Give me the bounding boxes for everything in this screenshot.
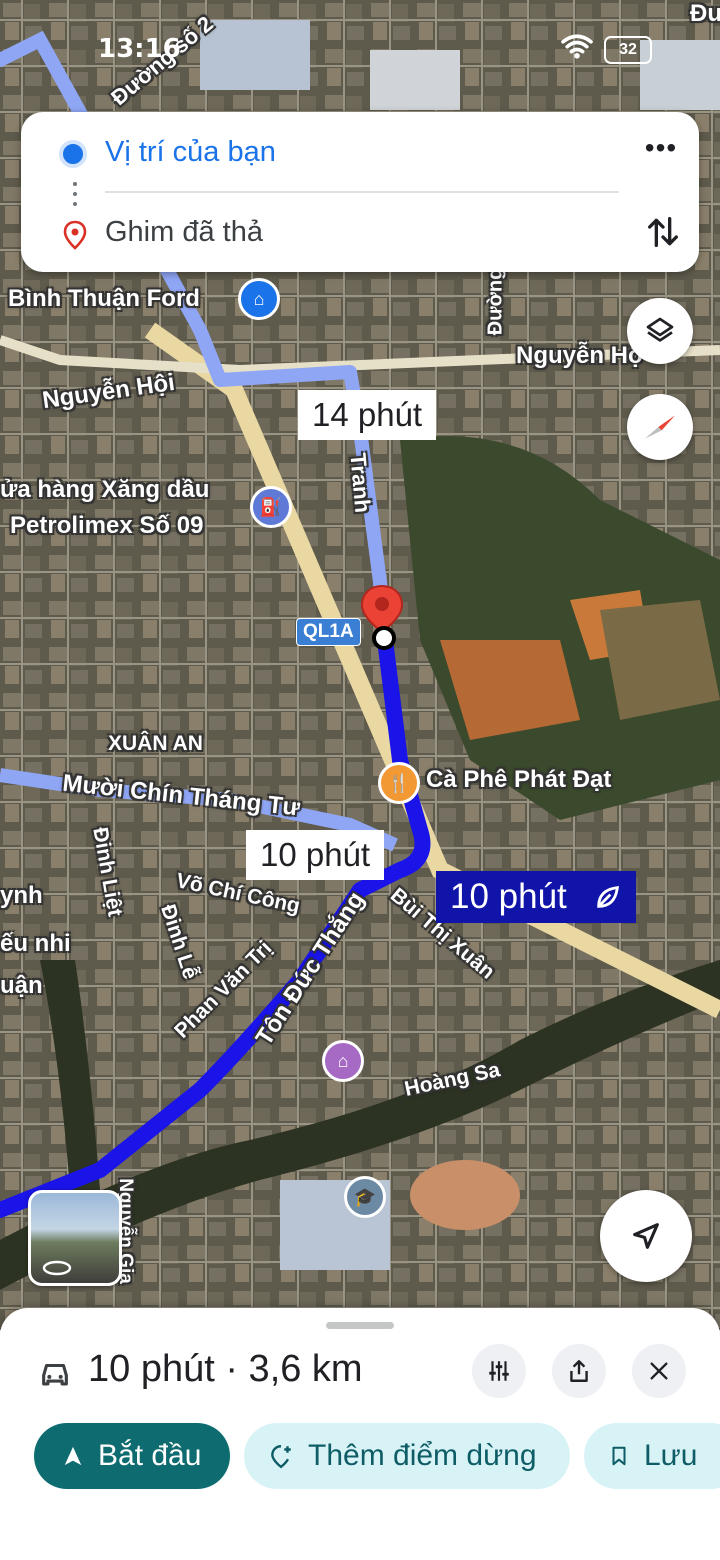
add-stop-label: Thêm điểm dừng xyxy=(308,1439,537,1472)
place-label: ếu nhi xyxy=(0,930,71,957)
primary-route-eta-label[interactable]: 10 phút xyxy=(436,871,636,923)
close-icon xyxy=(650,1362,668,1380)
save-button[interactable]: Lưu xyxy=(584,1423,720,1489)
destination-pin-icon[interactable] xyxy=(360,582,410,656)
more-options-button[interactable]: ••• xyxy=(641,134,681,168)
place-label-ca-phe[interactable]: Cà Phê Phát Đạt xyxy=(426,766,611,794)
close-button[interactable] xyxy=(632,1344,686,1398)
share-icon xyxy=(570,1360,588,1382)
add-stop-button[interactable]: Thêm điểm dừng xyxy=(244,1423,570,1489)
shopping-bag-icon[interactable]: ⌂ xyxy=(238,278,280,320)
start-button-label: Bắt đầu xyxy=(98,1439,202,1472)
destination-field[interactable]: Ghim đã thả xyxy=(105,216,263,249)
street-label: Đư xyxy=(690,0,720,27)
wifi-icon xyxy=(561,34,593,59)
place-label-petrolimex[interactable]: ửa hàng Xăng dầu xyxy=(0,476,209,504)
temple-icon[interactable]: ⌂ xyxy=(322,1040,364,1082)
alt-route-eta-label[interactable]: 14 phút xyxy=(298,390,437,440)
directions-card: Vị trí của bạn Ghim đã thả ••• xyxy=(21,112,699,272)
route-shield: QL1A xyxy=(296,618,361,646)
street-label: Nguyễn Hộ xyxy=(516,342,643,369)
connector-dots-icon xyxy=(73,182,77,218)
status-bar: 13:16 32 xyxy=(0,30,720,70)
eta-primary-text: 10 phút xyxy=(450,877,567,916)
route-summary: 10 phút · 3,6 km xyxy=(88,1348,363,1390)
compass-button[interactable] xyxy=(627,394,693,460)
origin-field[interactable]: Vị trí của bạn xyxy=(105,136,276,169)
street-view-360-icon xyxy=(42,1260,72,1276)
tune-icon xyxy=(489,1361,509,1381)
recenter-button[interactable] xyxy=(600,1190,692,1282)
street-label: Tranh xyxy=(345,452,376,514)
status-time: 13:16 xyxy=(98,34,181,64)
restaurant-icon[interactable]: 🍴 xyxy=(378,762,420,804)
destination-pin-icon xyxy=(63,220,87,250)
swap-icon[interactable] xyxy=(643,212,683,252)
route-options-button[interactable] xyxy=(472,1344,526,1398)
save-label: Lưu xyxy=(644,1439,698,1472)
bookmark-icon xyxy=(612,1446,626,1466)
start-button[interactable]: Bắt đầu xyxy=(34,1423,230,1489)
place-label: uận xyxy=(0,972,43,999)
your-location-dot-icon xyxy=(59,140,87,168)
street-view-thumbnail[interactable] xyxy=(28,1190,122,1286)
navigation-arrow-icon xyxy=(633,1223,659,1249)
navigation-arrow-icon xyxy=(64,1446,82,1466)
street-label: Đường xyxy=(484,267,507,336)
compass-icon xyxy=(645,415,675,439)
gas-station-icon[interactable]: ⛽ xyxy=(250,486,292,528)
add-location-icon xyxy=(271,1445,291,1469)
route-bottom-sheet[interactable]: 10 phút · 3,6 km Bắt đầu Thêm điểm dừng … xyxy=(0,1308,720,1560)
drag-handle[interactable] xyxy=(326,1322,394,1329)
car-icon xyxy=(42,1363,68,1386)
battery-icon: 32 xyxy=(604,36,652,64)
place-label-petrolimex[interactable]: Petrolimex Số 09 xyxy=(10,512,203,540)
place-label-binh-thuan-ford[interactable]: Bình Thuận Ford xyxy=(8,285,200,313)
alt-route-eta-label[interactable]: 10 phút xyxy=(246,830,385,880)
area-label: XUÂN AN xyxy=(108,732,203,755)
share-button[interactable] xyxy=(552,1344,606,1398)
leaf-icon xyxy=(597,886,619,908)
street-label: ynh xyxy=(0,882,43,909)
divider xyxy=(105,191,619,193)
layers-button[interactable] xyxy=(627,298,693,364)
layers-icon xyxy=(646,317,674,342)
school-icon[interactable]: 🎓 xyxy=(344,1176,386,1218)
